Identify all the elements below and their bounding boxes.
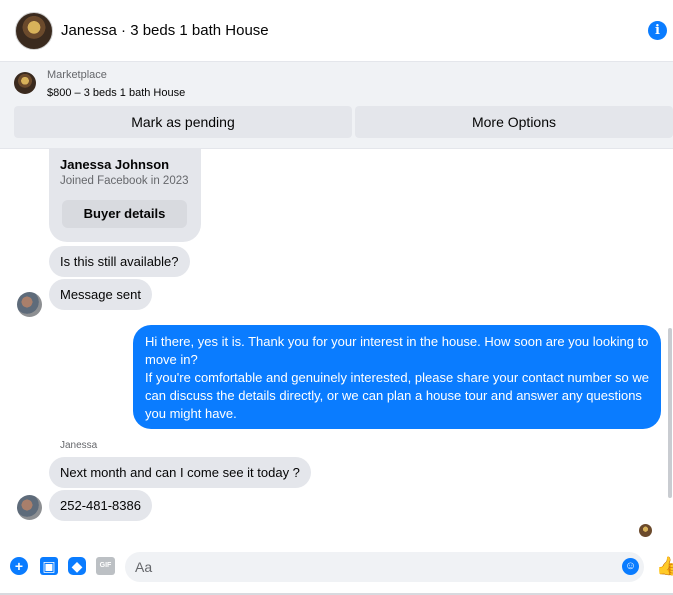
incoming-message: Message sent: [49, 279, 152, 310]
message-input[interactable]: [125, 552, 644, 582]
incoming-message: Is this still available?: [49, 246, 190, 277]
listing-thumbnail[interactable]: [14, 72, 36, 94]
marketplace-banner: Marketplace $800 – 3 beds 1 bath House M…: [0, 62, 673, 149]
sender-name: Janessa: [60, 440, 98, 451]
emoji-icon[interactable]: ☺: [622, 558, 639, 575]
scrollbar[interactable]: [668, 328, 672, 498]
more-options-button[interactable]: More Options: [355, 106, 673, 138]
info-icon[interactable]: i: [648, 21, 667, 40]
buyer-name: Janessa Johnson: [60, 157, 170, 172]
contact-avatar[interactable]: [17, 495, 42, 520]
seen-receipt-avatar: [639, 524, 652, 537]
listing-title[interactable]: $800 – 3 beds 1 bath House: [47, 87, 185, 99]
incoming-message: Next month and can I come see it today ?: [49, 457, 311, 488]
plus-icon[interactable]: +: [10, 557, 28, 575]
buyer-details-button[interactable]: Buyer details: [62, 200, 187, 228]
contact-avatar[interactable]: [17, 292, 42, 317]
outgoing-message: Hi there, yes it is. Thank you for your …: [133, 325, 661, 429]
sticker-icon[interactable]: ◆: [68, 557, 86, 575]
contact-avatar[interactable]: [15, 12, 53, 50]
marketplace-label: Marketplace: [47, 69, 107, 81]
incoming-message: 252-481-8386: [49, 490, 152, 521]
conversation-title[interactable]: Janessa · 3 beds 1 bath House: [61, 22, 269, 39]
thumbs-up-icon[interactable]: 👍: [656, 556, 673, 577]
buyer-joined: Joined Facebook in 2023: [60, 175, 189, 187]
buyer-info-card: Janessa Johnson Joined Facebook in 2023 …: [49, 149, 201, 242]
mark-as-pending-button[interactable]: Mark as pending: [14, 106, 352, 138]
message-composer: + ▣ ◆ GIF ☺ 👍: [0, 547, 673, 595]
message-thread: Janessa Johnson Joined Facebook in 2023 …: [0, 149, 673, 547]
chat-header: Janessa · 3 beds 1 bath House i: [0, 0, 673, 62]
gif-icon[interactable]: GIF: [96, 557, 115, 575]
photo-icon[interactable]: ▣: [40, 557, 58, 575]
